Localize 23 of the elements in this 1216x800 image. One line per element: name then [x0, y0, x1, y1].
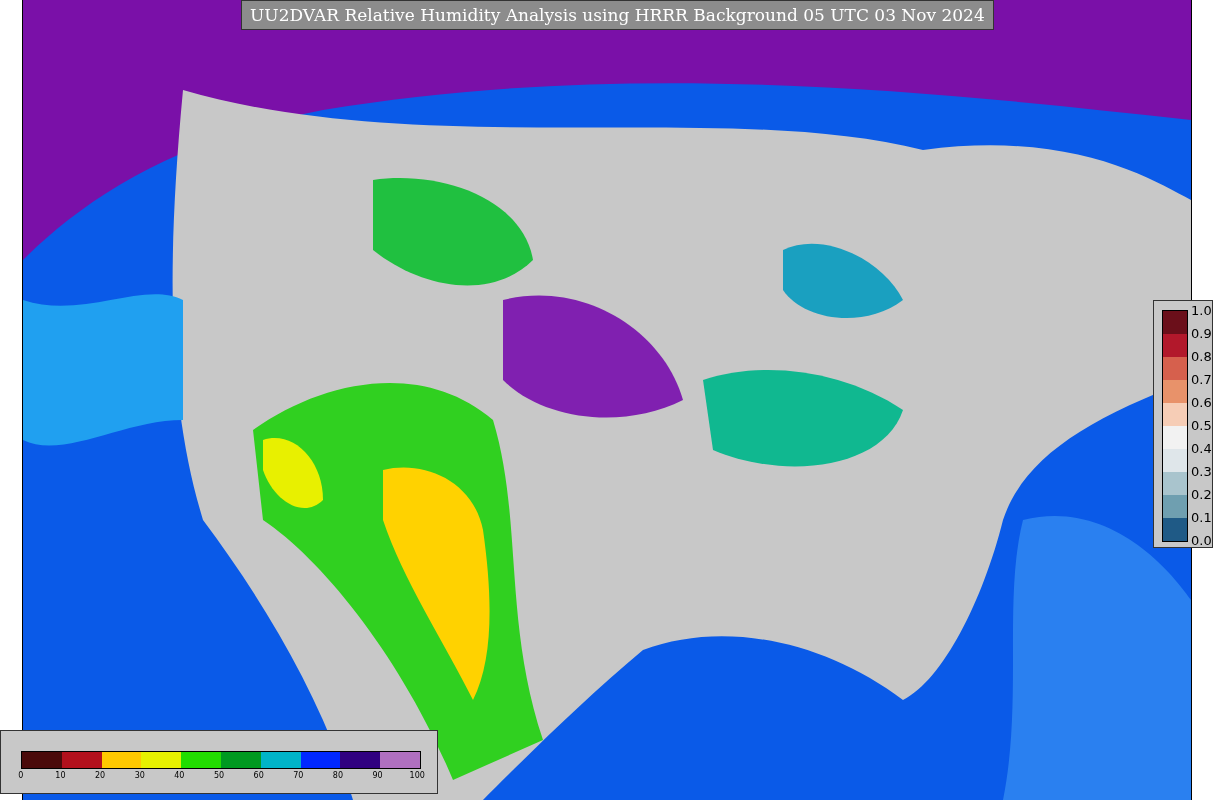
tick-label: 100	[408, 771, 426, 780]
tick-label: 0.9	[1191, 325, 1212, 343]
tick-label: 0.3	[1191, 463, 1212, 481]
tick-label: 90	[371, 771, 384, 780]
tick-label: 70	[292, 771, 305, 780]
tick-label: 40	[173, 771, 186, 780]
tick-label: 0	[17, 771, 25, 780]
tick-label: 30	[133, 771, 146, 780]
tick-label: 0.7	[1191, 371, 1212, 389]
tick-label: 60	[252, 771, 265, 780]
tick-label: 50	[212, 771, 226, 780]
tick-label: 10	[54, 771, 67, 780]
tick-label: 0.4	[1191, 440, 1212, 458]
tick-label: 0.5	[1191, 417, 1212, 435]
tick-label: 1.0	[1191, 302, 1212, 320]
map-title: UU2DVAR Relative Humidity Analysis using HRRR Background 05 UTC 03 Nov 2024	[241, 0, 994, 30]
tick-label: 80	[331, 771, 345, 780]
tick-label: 0.0	[1191, 532, 1212, 550]
tick-label: 20	[94, 771, 107, 780]
tick-label: 0.2	[1191, 486, 1212, 504]
tick-label: 0.8	[1191, 348, 1212, 366]
tick-label: 0.1	[1191, 509, 1212, 527]
tick-label: 0.6	[1191, 394, 1212, 412]
